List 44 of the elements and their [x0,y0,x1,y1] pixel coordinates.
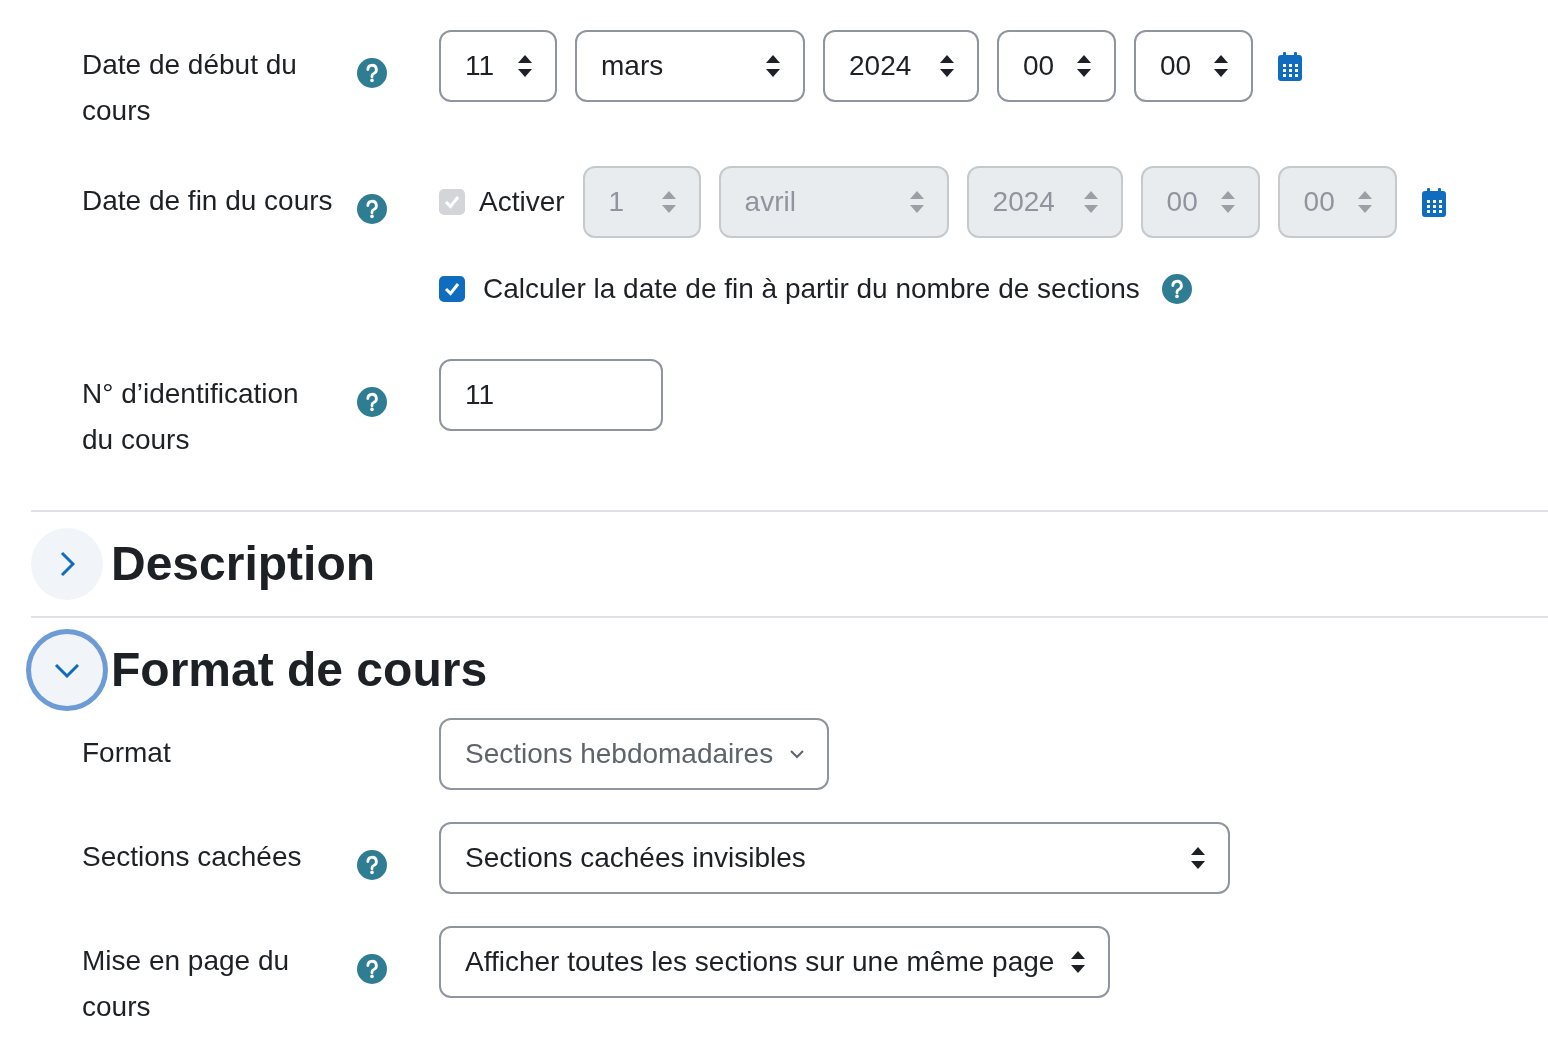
help-icon[interactable] [357,953,387,984]
help-icon[interactable] [357,57,387,88]
caret-icon [1219,190,1236,214]
field-label: Mise en page du cours [82,945,290,1022]
dropdown[interactable]: Afficher toutes les sections sur une même page [439,926,1111,998]
chevron-right-icon [59,551,75,577]
caret-icon [908,190,925,214]
caret-icon [1082,190,1099,214]
caret-icon [1356,190,1373,214]
calendar-icon[interactable] [1420,187,1447,217]
caret-icon [939,54,955,78]
checkbox[interactable] [439,276,465,302]
caret-icon [1076,54,1092,78]
caret-icon [1070,950,1087,974]
section-heading: Format de cours [111,642,488,699]
help-icon[interactable] [357,386,387,417]
caret-icon [660,190,677,214]
check-icon [443,193,461,211]
chevron-down-icon [54,662,80,678]
dropdown[interactable]: mars [575,30,805,102]
field-label: Date de fin du cours [82,185,333,216]
check-icon [443,280,461,298]
checkbox-label: Activer [479,185,565,219]
caret-icon [517,54,533,78]
calendar-icon[interactable] [1277,51,1303,81]
caret-icon [789,749,806,759]
dropdown[interactable]: 2024 [823,30,979,102]
caret-icon [1190,846,1206,870]
checkbox-label: Calculer la date de fin à partir du nombre de sections [483,272,1140,306]
caret-icon [1213,54,1229,78]
field-label: Sections cachées [82,841,302,872]
text-field[interactable]: 11 [439,359,663,431]
caret-icon [765,54,781,78]
field-label: Date de début du cours [82,49,297,126]
field-label: Format [82,737,171,768]
dropdown[interactable]: 11 [439,30,557,102]
dropdown[interactable]: Sections hebdomadaires [439,718,830,790]
dropdown[interactable]: 00 [997,30,1116,102]
field-label: N° d’identification du cours [82,378,299,455]
dropdown[interactable]: Sections cachées invisibles [439,822,1230,894]
help-icon[interactable] [1161,274,1192,304]
dropdown[interactable]: 00 [1134,30,1253,102]
section-heading: Description [111,536,376,593]
help-icon[interactable] [357,849,387,880]
